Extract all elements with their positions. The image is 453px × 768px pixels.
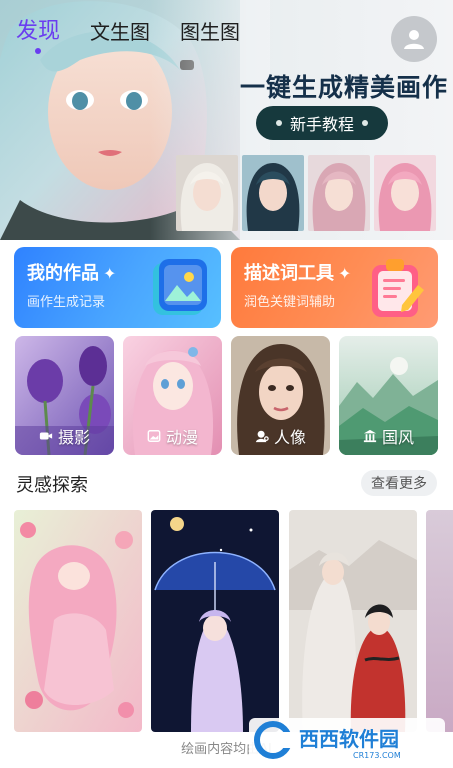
my-works-title: 我的作品 ✦ (27, 263, 117, 284)
tab-text-to-image[interactable]: 文生图 (90, 18, 150, 46)
thumbnail-image[interactable] (308, 155, 370, 231)
temple-icon (363, 429, 377, 443)
svg-text:西西软件园: 西西软件园 (299, 727, 399, 751)
tutorial-button[interactable]: 新手教程 (256, 106, 388, 140)
thumbnail-image[interactable] (242, 155, 304, 231)
inspiration-image[interactable] (14, 510, 142, 732)
category-photography[interactable]: 摄影 (15, 336, 114, 455)
category-portrait[interactable]: 人像 (231, 336, 330, 455)
view-more-button[interactable]: 查看更多 (361, 470, 437, 496)
prompt-tool-subtitle: 润色关键词辅助 (244, 295, 336, 310)
top-tab-bar: 发现 文生图 图生图 (16, 18, 240, 54)
category-anime[interactable]: 动漫 (123, 336, 222, 455)
video-camera-icon (39, 432, 53, 440)
avatar[interactable] (391, 16, 437, 62)
category-photography-label: 摄影 (15, 424, 114, 448)
hero-thumbnails (176, 155, 436, 231)
prompt-tool-card[interactable]: 描述词工具 ✦ 润色关键词辅助 (231, 247, 438, 328)
image-icon (147, 430, 161, 442)
inspiration-image-partial[interactable] (426, 510, 453, 732)
clipboard-edit-icon (372, 259, 424, 317)
dot-icon (362, 120, 368, 126)
inspiration-image[interactable] (289, 510, 417, 732)
tab-discover[interactable]: 发现 (16, 18, 60, 54)
portrait-icon (255, 430, 269, 443)
sparkle-icon: ✦ (103, 264, 117, 283)
hero-title: 一键生成精美画作 (240, 73, 449, 102)
thumbnail-image[interactable] (374, 155, 436, 231)
prompt-tool-title: 描述词工具 ✦ (244, 263, 352, 284)
watermark-logo: 西西软件园 CR173.COM (249, 718, 445, 762)
category-portrait-label: 人像 (231, 424, 330, 448)
thumbnail-image[interactable] (176, 155, 238, 231)
inspiration-title: 灵感探索 (16, 475, 88, 496)
my-works-card[interactable]: 我的作品 ✦ 画作生成记录 (14, 247, 221, 328)
category-guofeng-label: 国风 (339, 424, 438, 448)
tab-image-to-image[interactable]: 图生图 (180, 18, 240, 46)
category-anime-label: 动漫 (123, 424, 222, 448)
inspiration-image[interactable] (151, 510, 279, 732)
svg-text:CR173.COM: CR173.COM (353, 751, 401, 760)
my-works-subtitle: 画作生成记录 (27, 295, 106, 310)
category-guofeng[interactable]: 国风 (339, 336, 438, 455)
dot-icon (275, 120, 282, 126)
user-icon (404, 30, 424, 49)
gallery-icon (153, 259, 207, 315)
hero-banner[interactable]: 发现 文生图 图生图 一键生成精美画作 新手教程 (0, 0, 453, 240)
tutorial-button-label: 新手教程 (289, 115, 354, 134)
sparkle-icon: ✦ (338, 264, 352, 283)
